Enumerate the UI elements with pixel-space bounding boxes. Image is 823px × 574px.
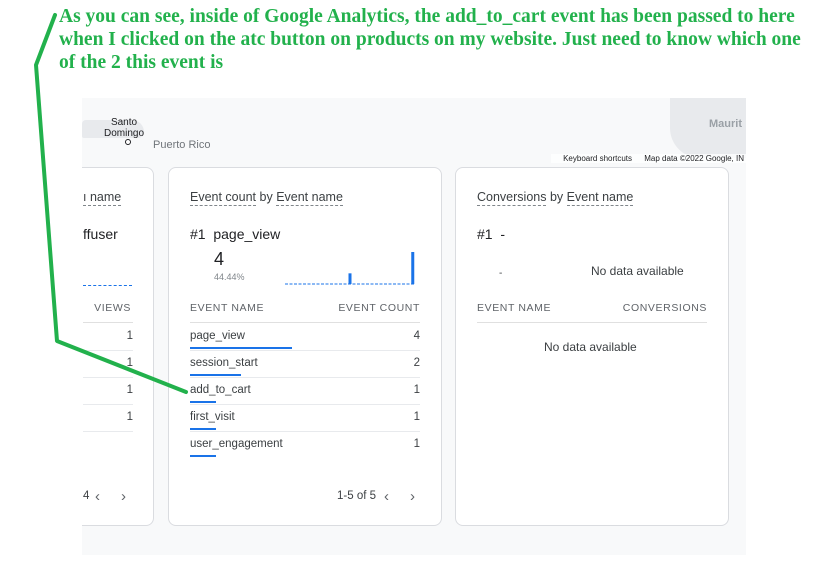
sparkline-bar <box>411 252 415 284</box>
card-title: ı name <box>83 190 122 206</box>
row-bar <box>190 374 241 376</box>
event-count: 4 <box>413 330 420 342</box>
event-name[interactable]: first_visit <box>190 411 235 423</box>
column-header-event-name[interactable]: EVENT NAME <box>477 302 551 314</box>
column-header-event-name[interactable]: EVENT NAME <box>190 302 264 314</box>
event-count: 1 <box>413 384 420 396</box>
map-label-puerto-rico: Puerto Rico <box>153 139 211 151</box>
header-divider <box>477 322 707 323</box>
table-row[interactable]: 1 <box>83 351 133 378</box>
sparkline-baseline <box>83 285 132 286</box>
map-footer: Keyboard shortcuts Map data ©2022 Google… <box>551 154 746 163</box>
row-bar <box>190 347 292 349</box>
card-title: Event count by Event name <box>190 190 343 206</box>
row-bar <box>190 428 216 430</box>
event-name[interactable]: add_to_cart <box>190 384 251 396</box>
sparkline-chart <box>285 252 415 285</box>
row-divider <box>83 431 133 432</box>
column-header-event-count[interactable]: EVENT COUNT <box>338 302 420 314</box>
row-value: 1 <box>126 411 133 423</box>
city-marker-icon <box>125 139 131 145</box>
table-row[interactable]: 1 <box>83 324 133 351</box>
metric-name[interactable]: Conversions <box>477 190 547 206</box>
row-value: 1 <box>126 357 133 369</box>
event-count: 2 <box>413 357 420 369</box>
dimension-name[interactable]: Event name <box>276 190 343 206</box>
next-page-icon[interactable]: › <box>410 488 415 505</box>
map-label-santo-domingo: Santo Domingo <box>104 117 145 139</box>
sparkline-bar <box>348 273 352 284</box>
column-header-views[interactable]: VIEWS <box>94 302 131 314</box>
top-event-value: 4 <box>214 249 225 269</box>
header-divider <box>83 322 133 323</box>
row-bar <box>190 401 216 403</box>
table-no-data: No data available <box>544 340 637 354</box>
card-conversions: Conversions by Event name #1 - - No data… <box>455 167 729 526</box>
event-name[interactable]: page_view <box>190 330 245 342</box>
prev-page-icon[interactable]: ‹ <box>95 488 100 505</box>
event-count: 1 <box>413 438 420 450</box>
pagination-text: 1-5 of 5 <box>337 490 376 502</box>
table-row[interactable]: 1 <box>83 378 133 405</box>
prev-page-icon[interactable]: ‹ <box>384 488 389 505</box>
map[interactable]: Santo Domingo Puerto Rico Maurit Keyboar… <box>82 98 746 168</box>
row-value: 1 <box>126 330 133 342</box>
metric-name[interactable]: Event count <box>190 190 257 206</box>
pagination-text: 4 <box>83 490 90 502</box>
next-page-icon[interactable]: › <box>121 488 126 505</box>
annotation-text: As you can see, inside of Google Analyti… <box>59 6 801 73</box>
title-by: by <box>549 190 564 204</box>
event-name[interactable]: user_engagement <box>190 438 283 450</box>
top-event-name: - <box>500 226 506 242</box>
column-header-conversions[interactable]: CONVERSIONS <box>623 302 707 314</box>
dimension-name[interactable]: Event name <box>566 190 634 206</box>
top-rank: #1 page_view <box>190 226 280 242</box>
top-event-name: page_view <box>213 226 281 242</box>
top-rank: #1 - <box>477 226 505 242</box>
top-event-percent: 44.44% <box>214 272 245 282</box>
table-row[interactable]: user_engagement 1 <box>190 432 420 459</box>
table-row[interactable]: 1 <box>83 405 133 432</box>
rank-number: #1 <box>190 226 206 242</box>
row-bar <box>190 455 216 457</box>
event-count: 1 <box>413 411 420 423</box>
row-value: 1 <box>126 384 133 396</box>
title-by: by <box>259 190 273 204</box>
map-attribution[interactable]: Map data ©2022 Google, IN <box>644 154 744 163</box>
card-title: Conversions by Event name <box>477 190 634 206</box>
google-analytics-panel: Santo Domingo Puerto Rico Maurit Keyboar… <box>82 98 746 555</box>
keyboard-shortcuts-link[interactable]: Keyboard shortcuts <box>563 154 632 163</box>
header-divider <box>190 322 420 323</box>
rank-number: #1 <box>477 226 493 242</box>
map-label-mauritania: Maurit <box>709 118 742 130</box>
table-row[interactable]: page_view 4 <box>190 324 420 351</box>
top-item-name: ffuser <box>83 226 118 242</box>
event-name[interactable]: session_start <box>190 357 258 369</box>
card-event-count: Event count by Event name #1 page_view 4… <box>168 167 442 526</box>
table-row[interactable]: session_start 2 <box>190 351 420 378</box>
table-row[interactable]: add_to_cart 1 <box>190 378 420 405</box>
top-event-value: - <box>499 268 503 279</box>
dimension-name[interactable]: ı name <box>83 190 122 206</box>
table-row[interactable]: first_visit 1 <box>190 405 420 432</box>
card-views-by-page: ı name ffuser VIEWS 1 1 1 1 4 ‹ › <box>82 167 154 526</box>
chart-no-data: No data available <box>591 264 684 278</box>
